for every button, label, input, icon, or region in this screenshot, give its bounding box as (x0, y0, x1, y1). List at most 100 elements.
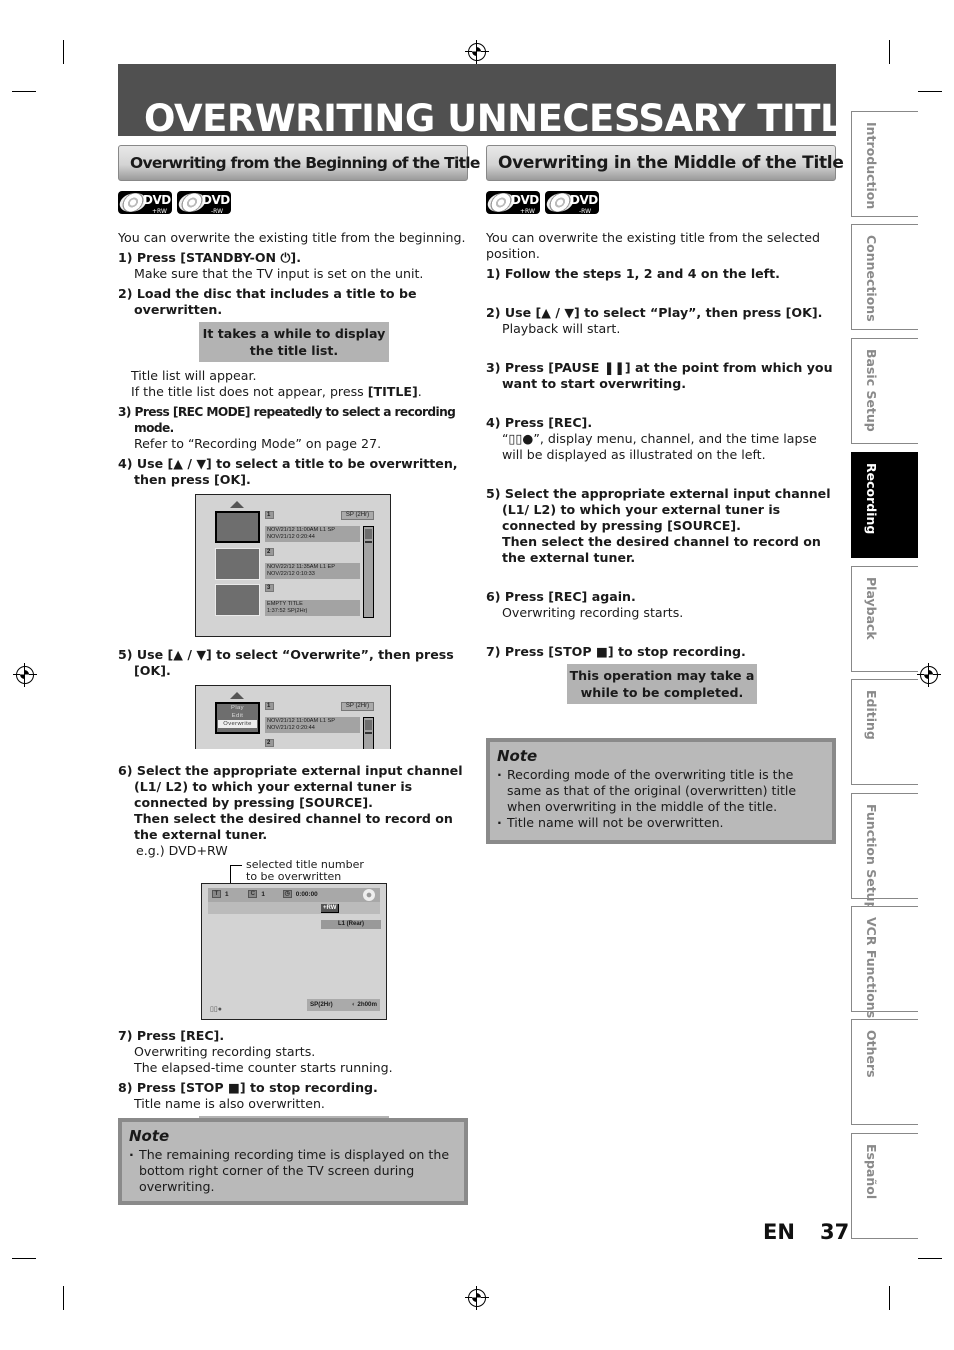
step-1-body: Make sure that the TV input is set on th… (134, 266, 424, 281)
title-info-1[interactable]: NOV/21/12 11:00AM L1 SP NOV/21/12 0:20:44 (265, 717, 360, 733)
rec-pause-icon: ▯▯● (210, 1006, 222, 1013)
dvd-plus-rw-logo-icon: DVD +RW (486, 191, 540, 214)
note-box-left: Note The remaining recording time is dis… (118, 1118, 468, 1205)
title-banner: OVERWRITING UNNECESSARY TITLE (118, 64, 868, 140)
title-info-2[interactable]: NOV/22/12 11:35AM L1 EP NOV/22/12 0:10:33 (265, 563, 360, 579)
title-list-appear-text: Title list will appear. (131, 368, 257, 383)
crop-mark (12, 91, 36, 92)
disc-logos: DVD +RW DVD -RW (118, 191, 470, 214)
registration-mark-icon (13, 663, 37, 687)
side-tab-introduction[interactable]: Introduction (851, 111, 918, 217)
title-number-2: 2 (265, 548, 274, 556)
left-column: DVD +RW DVD -RW You can overwrite the exis… (118, 191, 470, 1162)
section-heading-beginning: Overwriting from the Beginning of the Ti… (118, 145, 480, 181)
step-7-title: 7) Press [STOP ■] to stop recording. (486, 644, 746, 659)
dvd-plus-rw-logo-icon: DVD +RW (118, 191, 172, 214)
step-5-title-2: Then select the desired channel to recor… (502, 534, 821, 565)
registration-mark-icon (465, 1286, 489, 1310)
side-tab-recording[interactable]: Recording (851, 452, 918, 558)
crop-mark (63, 1286, 64, 1310)
step-5-title: 5) Select the appropriate external input… (486, 486, 831, 533)
page-title: OVERWRITING UNNECESSARY TITLE (144, 97, 868, 140)
step-7-body-2: The elapsed-time counter starts running. (134, 1060, 393, 1075)
crop-mark (63, 40, 64, 64)
title-number-2: 2 (265, 739, 274, 747)
language-code: EN (763, 1220, 795, 1244)
title-thumbnail-3[interactable] (215, 584, 260, 616)
callout-operation-wait: This operation may take a while to be co… (567, 664, 757, 704)
scrollbar[interactable] (363, 717, 374, 749)
step-8-title: 8) Press [STOP ■] to stop recording. (118, 1080, 378, 1095)
step-6-body: Overwriting recording starts. (502, 605, 684, 620)
step-1-title: 1) Press [STANDBY-ON ⏻]. (118, 250, 301, 265)
registration-mark-icon (465, 40, 489, 64)
menu-item-play[interactable]: Play (217, 704, 258, 712)
page-number: 37 (820, 1220, 850, 1244)
overwrite-menu-screen: SP (2Hr) Play Edit Overwrite 1 NOV/21/12… (195, 685, 391, 749)
note-item: Title name will not be overwritten. (497, 815, 825, 831)
step-8-body: Title name is also overwritten. (134, 1096, 325, 1111)
scroll-up-arrow-icon (230, 501, 244, 508)
rec-mode-box: SP (2Hr) (341, 511, 374, 520)
note-item: Recording mode of the overwriting title … (497, 767, 825, 815)
step-6-title: 6) Press [REC] again. (486, 589, 636, 604)
intro-text: You can overwrite the existing title fro… (486, 230, 820, 261)
side-tab-basic-setup[interactable]: Basic Setup (851, 338, 918, 444)
osd-remaining-time: ◐ 2h00m (351, 1001, 377, 1008)
step-7-body-1: Overwriting recording starts. (134, 1044, 316, 1059)
title-number-1: 1 (265, 702, 274, 710)
clock-icon: ◷ (282, 890, 292, 899)
title-number-1: 1 (265, 511, 274, 519)
crop-mark (918, 91, 942, 92)
osd-disc-bar (208, 902, 380, 914)
osd-rec-mode: SP(2Hr) (310, 1001, 333, 1008)
note-heading: Note (497, 747, 538, 765)
title-list-screen: SP (2Hr) 1 NOV/21/12 11:00AM L1 SP NOV/21… (195, 494, 391, 637)
scrollbar[interactable] (363, 526, 374, 618)
title-thumbnail-1[interactable] (215, 511, 260, 543)
menu-item-edit[interactable]: Edit (217, 712, 258, 720)
annotation-selected-title: selected title number to be overwritten (230, 859, 470, 885)
step-2-title: 2) Use [▲ / ▼] to select “Play”, then pr… (486, 305, 823, 320)
step-3-body: Refer to “Recording Mode” on page 27. (134, 436, 382, 451)
disc-type-badge: +RW (321, 904, 340, 913)
context-menu: Play Edit Overwrite (215, 702, 260, 734)
title-info-1[interactable]: NOV/21/12 11:00AM L1 SP NOV/21/12 0:20:44 (265, 526, 360, 542)
crop-mark (889, 1286, 890, 1310)
callout-title-list-wait: It takes a while to display the title li… (199, 322, 389, 362)
crop-mark (918, 1258, 942, 1259)
dvd-minus-rw-logo-icon: DVD -RW (545, 191, 599, 214)
disc-icon (363, 889, 375, 901)
title-thumbnail-2[interactable] (215, 548, 260, 580)
osd-remaining-bar: SP(2Hr) ◐ 2h00m (307, 999, 380, 1011)
step-3-title: 3) Press [PAUSE ❚❚] at the point from wh… (486, 360, 833, 391)
disc-logos: DVD +RW DVD -RW (486, 191, 838, 214)
crop-mark (889, 40, 890, 64)
step-3-title: 3) Press [REC MODE] repeatedly to select… (118, 405, 456, 435)
side-tab-others[interactable]: Others (851, 1019, 918, 1125)
dvd-minus-rw-logo-icon: DVD -RW (177, 191, 231, 214)
note-heading: Note (129, 1127, 170, 1145)
step-4-title: 4) Press [REC]. (486, 415, 593, 430)
scroll-up-arrow-icon (230, 692, 244, 699)
rec-mode-box: SP (2Hr) (341, 702, 374, 711)
side-tab-espanol[interactable]: Español (851, 1133, 918, 1239)
step-4-title: 4) Use [▲ / ▼] to select a title to be o… (118, 456, 458, 487)
menu-item-overwrite[interactable]: Overwrite (218, 720, 257, 728)
side-tab-editing[interactable]: Editing (851, 679, 918, 785)
title-info-3[interactable]: EMPTY TITLE 1:37:52 SP(2Hr) (265, 600, 360, 616)
side-tab-function-setup[interactable]: Function Setup (851, 793, 918, 911)
title-key: [TITLE] (367, 384, 418, 399)
side-tab-playback[interactable]: Playback (851, 566, 918, 672)
osd-status-bar: T1 C1 ◷ 0:00:00 (208, 888, 380, 902)
step-6-title-2: Then select the desired channel to recor… (134, 811, 453, 842)
right-column: DVD +RW DVD -RW You can overwrite the exis… (486, 191, 838, 710)
step-5-title: 5) Use [▲ / ▼] to select “Overwrite”, th… (118, 647, 454, 678)
side-tab-vcr-functions[interactable]: VCR Functions (851, 906, 918, 1018)
step-2-body: Playback will start. (502, 321, 621, 336)
title-icon: T (212, 890, 221, 899)
side-tab-connections[interactable]: Connections (851, 224, 918, 330)
intro-text: You can overwrite the existing title fro… (118, 230, 466, 245)
registration-mark-icon (917, 663, 941, 687)
step-6-title: 6) Select the appropriate external input… (118, 763, 463, 810)
